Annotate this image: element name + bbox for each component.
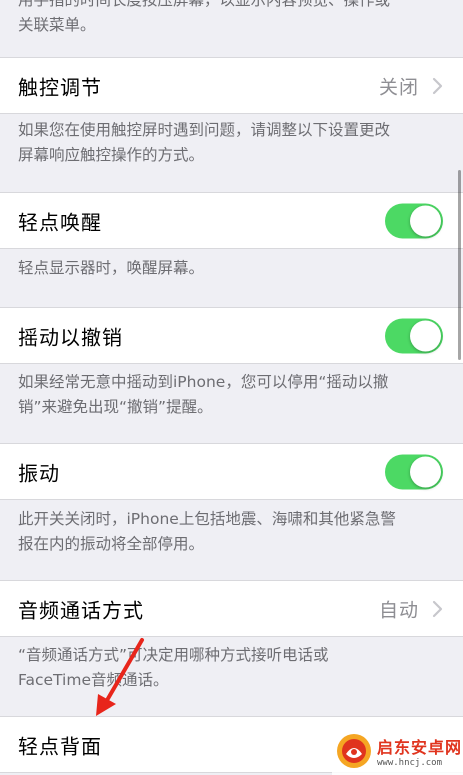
footer-line: 如果经常无意中摇动到iPhone，您可以停用“摇动以撤 bbox=[18, 373, 389, 391]
footer-line: 此开关关闭时，iPhone上包括地震、海啸和其他紧急警 bbox=[18, 510, 396, 528]
shake-to-undo-footer: 如果经常无意中摇动到iPhone，您可以停用“摇动以撤 销”来避免出现“撤销”提… bbox=[0, 370, 463, 420]
footer-line: 销”来避免出现“撤销”提醒。 bbox=[18, 398, 213, 416]
watermark-url: www.hncj.com bbox=[377, 757, 443, 768]
cell-label: 轻点唤醒 bbox=[18, 210, 102, 234]
settings-touch-page: 用手指的时间长度按压屏幕，以显示内容预览、操作或 关联菜单。 触控调节 关闭 如… bbox=[0, 0, 463, 775]
vibration-footer: 此开关关闭时，iPhone上包括地震、海啸和其他紧急警 报在内的振动将全部停用。 bbox=[0, 507, 463, 557]
footer-line: 报在内的振动将全部停用。 bbox=[18, 535, 205, 553]
watermark-name: 启东安卓网 bbox=[377, 737, 463, 757]
scroll-indicator[interactable] bbox=[458, 170, 461, 360]
footer-line: “音频通话方式”可决定用哪种方式接听电话或 bbox=[18, 646, 329, 664]
shake-to-undo-toggle[interactable] bbox=[385, 318, 443, 353]
cell-value: 自动 bbox=[378, 599, 419, 621]
annotation-arrow-icon bbox=[96, 638, 144, 716]
cell-label: 轻点背面 bbox=[18, 734, 102, 758]
haptic-touch-footer: 用手指的时间长度按压屏幕，以显示内容预览、操作或 关联菜单。 bbox=[0, 0, 463, 58]
touch-accommodations-footer: 如果您在使用触控屏时遇到问题，请调整以下设置更改 屏幕响应触控操作的方式。 bbox=[0, 118, 463, 168]
cell-call-audio-routing[interactable]: 音频通话方式 自动 bbox=[0, 580, 463, 637]
call-audio-routing-footer: “音频通话方式”可决定用哪种方式接听电话或 FaceTime音频通话。 bbox=[0, 643, 463, 693]
chevron-right-icon bbox=[432, 600, 443, 617]
site-watermark: 启东安卓网 www.hncj.com bbox=[332, 726, 463, 775]
cell-touch-accommodations[interactable]: 触控调节 关闭 bbox=[0, 57, 463, 114]
footer-line: 屏幕响应触控操作的方式。 bbox=[18, 146, 205, 164]
cell-label: 触控调节 bbox=[18, 75, 102, 99]
cell-vibration[interactable]: 振动 bbox=[0, 443, 463, 500]
cell-shake-to-undo[interactable]: 摇动以撤销 bbox=[0, 307, 463, 364]
toggle-knob bbox=[410, 205, 441, 236]
toggle-knob bbox=[410, 456, 441, 487]
watermark-logo-icon bbox=[337, 733, 371, 768]
cell-label: 摇动以撤销 bbox=[18, 325, 123, 349]
footer-line: FaceTime音频通话。 bbox=[18, 671, 169, 689]
footer-line: 关联菜单。 bbox=[18, 16, 96, 34]
cell-label: 音频通话方式 bbox=[18, 598, 144, 622]
cell-tap-to-wake[interactable]: 轻点唤醒 bbox=[0, 192, 463, 249]
footer-line: 轻点显示器时，唤醒屏幕。 bbox=[18, 259, 205, 277]
footer-line: 用手指的时间长度按压屏幕，以显示内容预览、操作或 bbox=[18, 0, 391, 9]
footer-line: 如果您在使用触控屏时遇到问题，请调整以下设置更改 bbox=[18, 121, 391, 139]
tap-to-wake-toggle[interactable] bbox=[385, 203, 443, 238]
toggle-knob bbox=[410, 320, 441, 351]
tap-to-wake-footer: 轻点显示器时，唤醒屏幕。 bbox=[0, 256, 463, 281]
cell-value: 关闭 bbox=[378, 76, 419, 98]
vibration-toggle[interactable] bbox=[385, 454, 443, 489]
chevron-right-icon bbox=[432, 77, 443, 94]
cell-label: 振动 bbox=[18, 461, 60, 485]
